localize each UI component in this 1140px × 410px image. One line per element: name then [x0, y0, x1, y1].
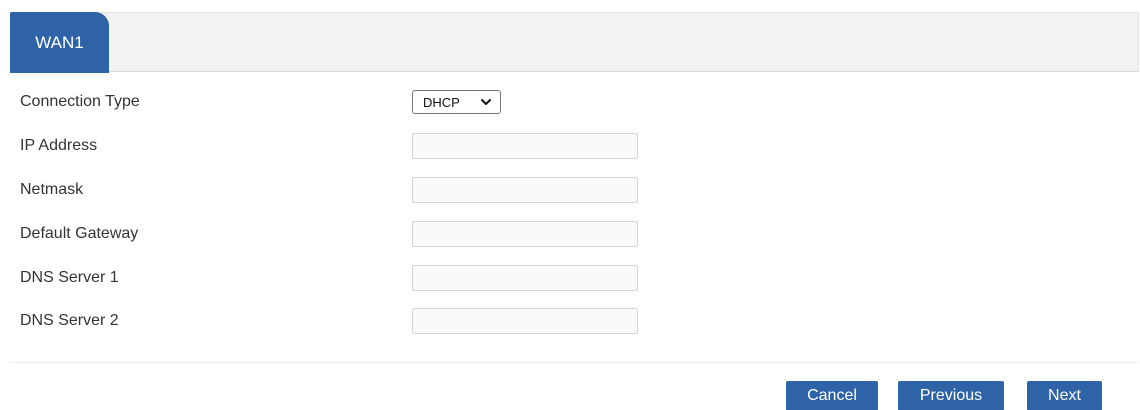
- ip-address-input[interactable]: [412, 133, 638, 159]
- netmask-row: Netmask: [20, 176, 720, 204]
- dns-server-1-label: DNS Server 1: [20, 269, 119, 286]
- netmask-label: Netmask: [20, 181, 84, 198]
- default-gateway-row: Default Gateway: [20, 220, 720, 248]
- default-gateway-label: Default Gateway: [20, 225, 139, 242]
- connection-type-select[interactable]: DHCP: [412, 90, 501, 114]
- dns-server-2-input[interactable]: [412, 308, 638, 334]
- dns-server-2-label: DNS Server 2: [20, 312, 119, 329]
- cancel-button[interactable]: Cancel: [786, 381, 878, 410]
- chevron-down-icon: [481, 99, 491, 105]
- previous-button[interactable]: Previous: [898, 381, 1004, 410]
- connection-type-value: DHCP: [423, 94, 460, 110]
- tab-wan1[interactable]: WAN1: [10, 12, 109, 73]
- ip-address-label: IP Address: [20, 137, 98, 154]
- ip-address-row: IP Address: [20, 132, 720, 160]
- wan-setup-page: WAN1 Connection Type DHCP IP Address Net…: [0, 0, 1140, 410]
- dns-server-1-input[interactable]: [412, 265, 638, 291]
- connection-type-label: Connection Type: [20, 93, 140, 110]
- default-gateway-input[interactable]: [412, 221, 638, 247]
- connection-type-row: Connection Type DHCP: [20, 88, 720, 116]
- netmask-input[interactable]: [412, 177, 638, 203]
- tab-bar: WAN1: [10, 12, 1139, 73]
- dns-server-2-row: DNS Server 2: [20, 307, 720, 335]
- dns-server-1-row: DNS Server 1: [20, 264, 720, 292]
- footer-divider: [10, 362, 1139, 363]
- next-button[interactable]: Next: [1027, 381, 1102, 410]
